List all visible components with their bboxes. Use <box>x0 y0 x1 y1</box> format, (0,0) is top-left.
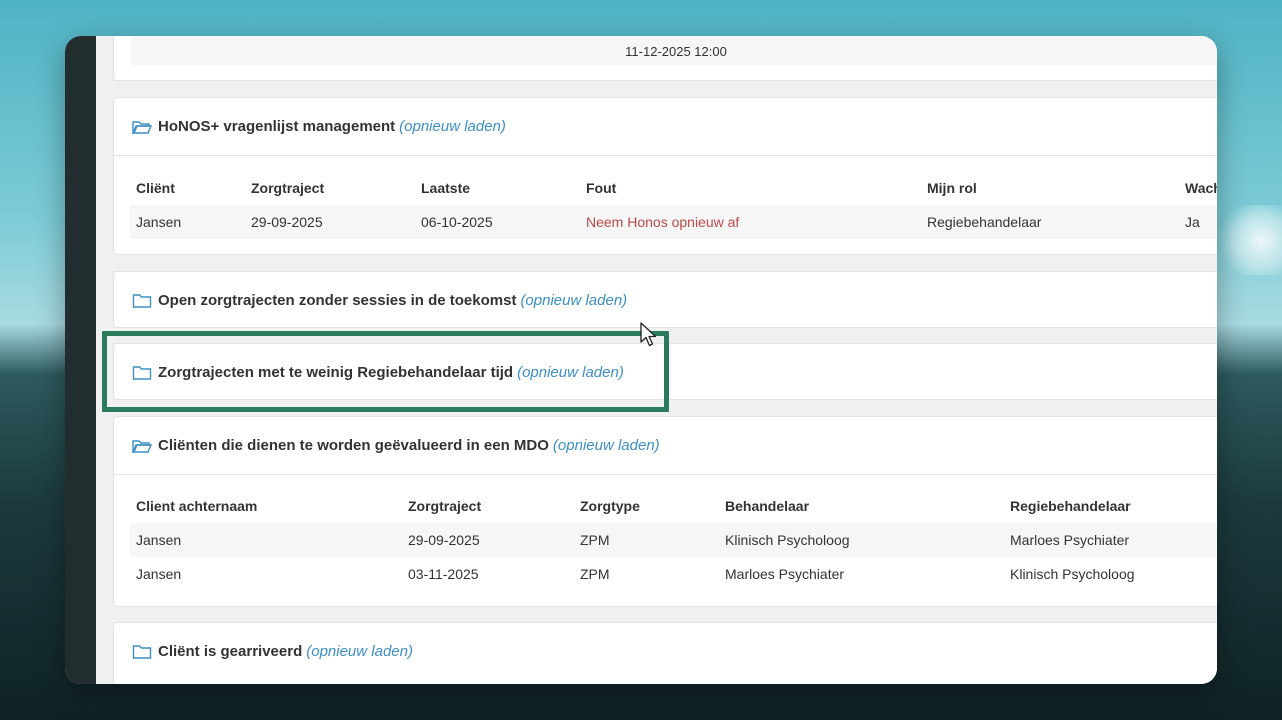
background-cloud <box>1212 205 1282 275</box>
gearriveerd-panel: Cliënt is gearriveerd (opnieuw laden) <box>113 622 1217 684</box>
table-row[interactable]: Jansen 03-11-2025 ZPM Marloes Psychiater… <box>130 557 1217 591</box>
cell: 06-10-2025 <box>415 205 580 239</box>
cell: Jansen <box>130 523 402 557</box>
mdo-reload-link[interactable]: (opnieuw laden) <box>553 437 660 454</box>
cell: Marloes Psychiater <box>725 566 845 582</box>
honos-panel: HoNOS+ vragenlijst management (opnieuw l… <box>113 97 1217 255</box>
cell: Klinisch Psycholoog <box>1010 566 1135 582</box>
cell: Ja <box>1179 205 1217 239</box>
left-sidebar <box>65 36 96 684</box>
table-header-row: Cliënt Zorgtraject Laatste Fout Mijn rol… <box>130 171 1217 205</box>
honos-reload-link[interactable]: (opnieuw laden) <box>399 118 506 135</box>
regie-tijd-title: Zorgtrajecten met te weinig Regiebehande… <box>158 364 514 381</box>
cell: ZPM <box>574 523 719 557</box>
open-trajects-reload-link[interactable]: (opnieuw laden) <box>520 292 627 309</box>
folder-open-icon <box>132 120 152 134</box>
previous-panel: 11-12-2025 12:00 <box>113 36 1217 81</box>
open-trajects-title: Open zorgtrajecten zonder sessies in de … <box>158 292 517 309</box>
honos-table: Cliënt Zorgtraject Laatste Fout Mijn rol… <box>130 171 1217 239</box>
cell: ZPM <box>580 566 610 582</box>
date-cell: 11-12-2025 12:00 <box>131 37 1217 65</box>
col-mijn-rol: Mijn rol <box>927 180 977 196</box>
folder-icon <box>132 644 152 659</box>
col-zorgtype: Zorgtype <box>580 498 640 514</box>
table-row[interactable]: Jansen 29-09-2025 ZPM Klinisch Psycholoo… <box>130 523 1217 557</box>
regie-tijd-header[interactable]: Zorgtrajecten met te weinig Regiebehande… <box>114 344 1217 401</box>
gearriveerd-title: Cliënt is gearriveerd <box>158 643 303 660</box>
cell: Klinisch Psycholoog <box>719 523 1004 557</box>
gearriveerd-header[interactable]: Cliënt is gearriveerd (opnieuw laden) <box>114 623 1217 680</box>
mdo-table: Client achternaam Zorgtraject Zorgtype B… <box>130 489 1217 591</box>
col-zorgtraject: Zorgtraject <box>408 498 482 514</box>
folder-icon <box>132 365 152 380</box>
regie-tijd-panel: Zorgtrajecten met te weinig Regiebehande… <box>113 343 1217 400</box>
col-zorgtraject: Zorgtraject <box>251 180 325 196</box>
cell: 29-09-2025 <box>402 523 574 557</box>
cell: Marloes Psychiater <box>1004 523 1217 557</box>
col-wachten: Wach <box>1185 180 1217 196</box>
mdo-panel-header[interactable]: Cliënten die dienen te worden geëvalueer… <box>114 417 1217 474</box>
honos-title: HoNOS+ vragenlijst management <box>158 118 396 135</box>
table-header-row: Client achternaam Zorgtraject Zorgtype B… <box>130 489 1217 523</box>
col-client-achternaam: Client achternaam <box>136 498 258 514</box>
dashboard-content: 11-12-2025 12:00 HoNOS+ vragenlijst mana… <box>96 36 1217 684</box>
honos-panel-header[interactable]: HoNOS+ vragenlijst management (opnieuw l… <box>114 98 1217 155</box>
honos-divider <box>114 155 1217 156</box>
folder-open-icon <box>132 439 152 453</box>
app-window: 11-12-2025 12:00 HoNOS+ vragenlijst mana… <box>65 36 1217 684</box>
mouse-cursor-icon <box>640 322 657 347</box>
cell: Jansen <box>136 566 182 582</box>
error-cell: Neem Honos opnieuw af <box>580 205 921 239</box>
mdo-title: Cliënten die dienen te worden geëvalueer… <box>158 437 549 454</box>
folder-icon <box>132 293 152 308</box>
col-client: Cliënt <box>136 180 175 196</box>
mdo-divider <box>114 474 1217 475</box>
cell: Regiebehandelaar <box>921 205 1179 239</box>
gearriveerd-reload-link[interactable]: (opnieuw laden) <box>306 643 413 660</box>
cell: 03-11-2025 <box>408 566 479 582</box>
table-row[interactable]: Jansen 29-09-2025 06-10-2025 Neem Honos … <box>130 205 1217 239</box>
mdo-panel: Cliënten die dienen te worden geëvalueer… <box>113 416 1217 607</box>
col-regiebehandelaar: Regiebehandelaar <box>1010 498 1131 514</box>
cell: Jansen <box>130 205 245 239</box>
col-laatste: Laatste <box>421 180 471 196</box>
col-behandelaar: Behandelaar <box>725 498 810 514</box>
open-trajects-header[interactable]: Open zorgtrajecten zonder sessies in de … <box>114 272 1217 329</box>
regie-tijd-reload-link[interactable]: (opnieuw laden) <box>517 364 624 381</box>
col-fout: Fout <box>586 180 617 196</box>
open-trajects-panel: Open zorgtrajecten zonder sessies in de … <box>113 271 1217 328</box>
cell: 29-09-2025 <box>245 205 415 239</box>
